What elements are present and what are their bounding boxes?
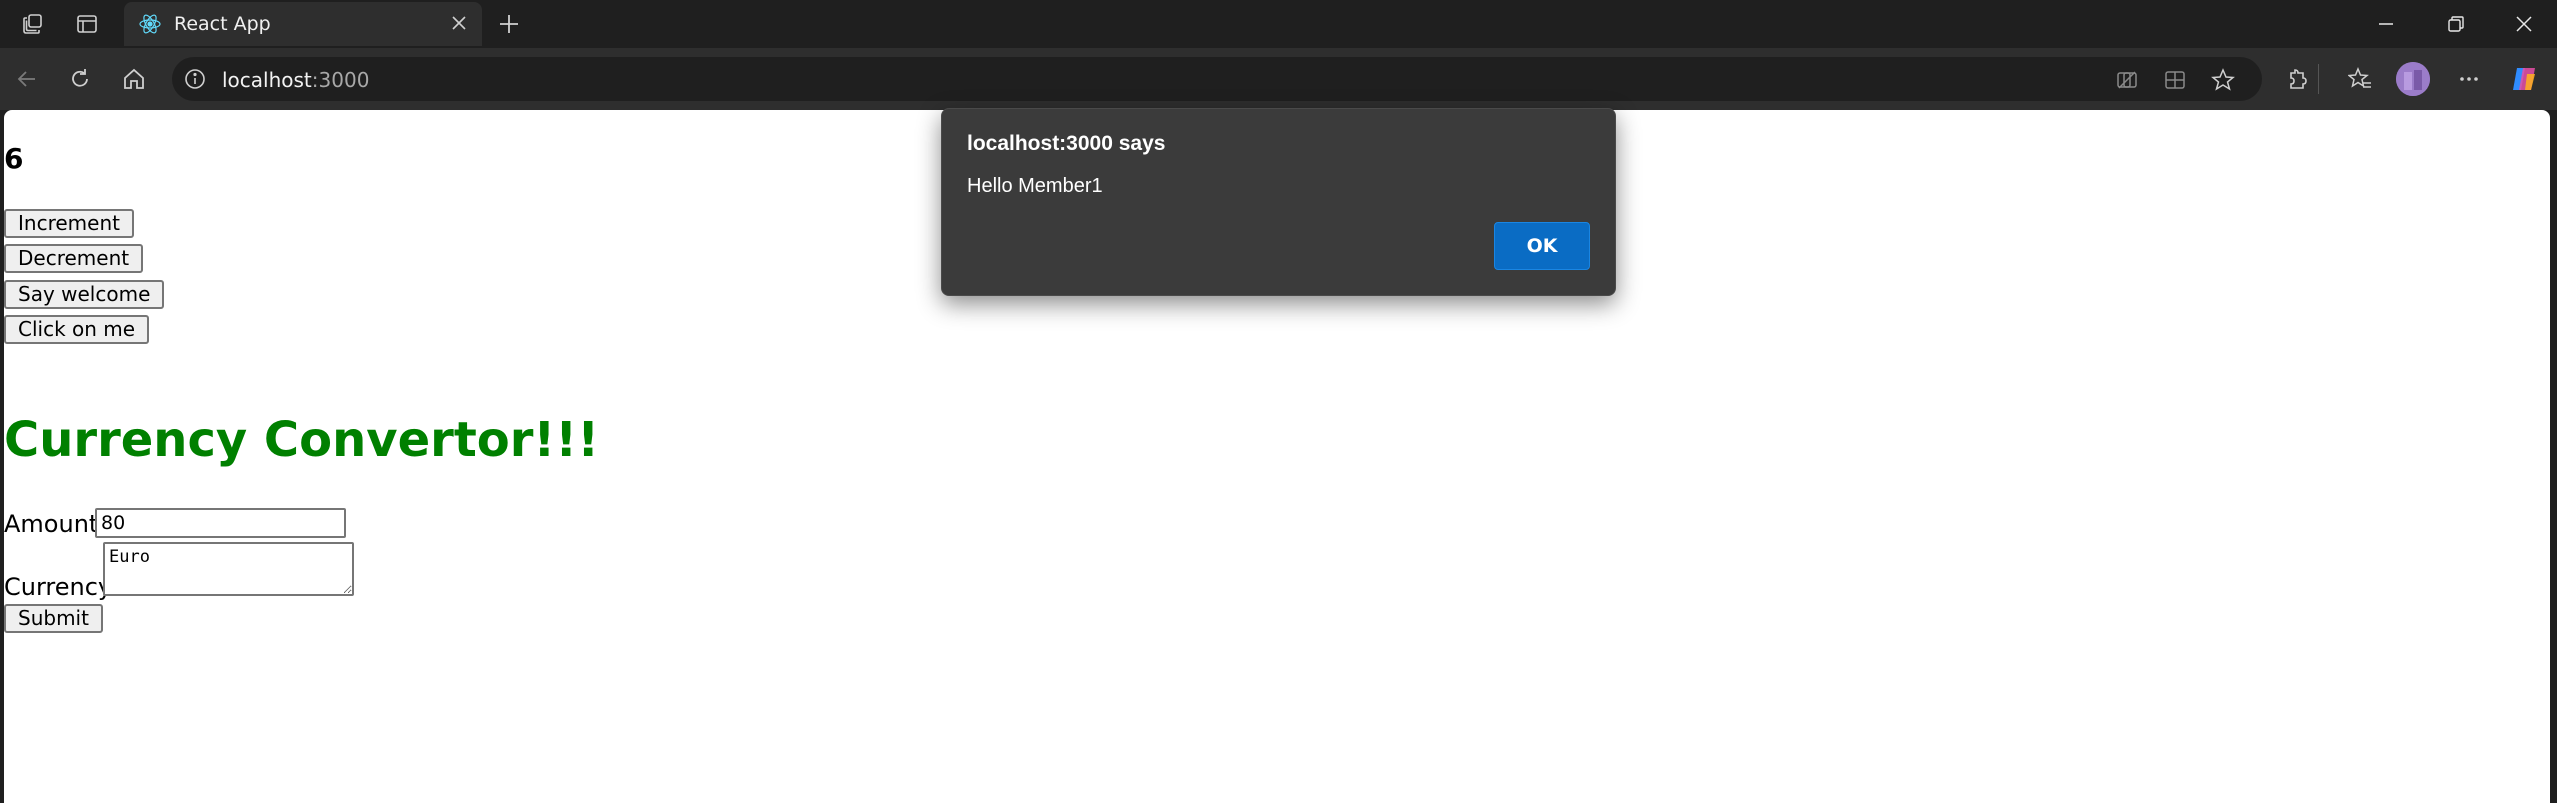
- react-logo-icon: [138, 12, 162, 36]
- more-dots-icon[interactable]: [2453, 63, 2485, 95]
- home-icon[interactable]: [118, 63, 150, 95]
- puzzle-icon[interactable]: [2282, 63, 2314, 95]
- counter-value: 6: [4, 142, 24, 175]
- ok-button[interactable]: OK: [1494, 222, 1590, 270]
- read-aloud-icon[interactable]: [2114, 67, 2140, 93]
- close-icon[interactable]: [446, 10, 472, 36]
- click-on-me-button[interactable]: Click on me: [4, 315, 150, 344]
- tab-actions-icon[interactable]: [73, 10, 101, 38]
- dialog-message: Hello Member1: [967, 175, 1103, 197]
- close-icon[interactable]: [2504, 8, 2544, 40]
- currency-field[interactable]: Euro: [103, 542, 354, 596]
- toolbar-divider: [2318, 64, 2319, 94]
- browser-tab[interactable]: React App: [124, 2, 482, 46]
- avatar[interactable]: [2396, 62, 2430, 96]
- tab-title: React App: [174, 13, 271, 35]
- copilot-icon[interactable]: [2508, 63, 2540, 95]
- url-text: localhost:3000: [222, 68, 370, 92]
- refresh-icon[interactable]: [64, 63, 96, 95]
- minimize-icon[interactable]: [2366, 8, 2406, 40]
- plus-icon[interactable]: [494, 9, 524, 39]
- workspaces-icon[interactable]: [19, 10, 47, 38]
- increment-button[interactable]: Increment: [4, 209, 134, 238]
- info-icon[interactable]: [184, 68, 206, 90]
- decrement-button[interactable]: Decrement: [4, 244, 144, 273]
- dialog-title: localhost:3000 says: [967, 132, 1166, 155]
- page-title: Currency Convertor!!!: [4, 412, 600, 468]
- star-icon[interactable]: [2210, 67, 2236, 93]
- back-arrow-icon[interactable]: [11, 63, 43, 95]
- restore-icon[interactable]: [2436, 8, 2476, 40]
- currency-label: Currency:: [4, 573, 119, 601]
- split-screen-icon[interactable]: [2162, 67, 2188, 93]
- amount-field[interactable]: [95, 508, 346, 538]
- title-bar: React App: [0, 0, 2557, 48]
- submit-button[interactable]: Submit: [4, 604, 103, 633]
- navigation-bar: localhost:3000: [0, 48, 2557, 110]
- favorites-icon[interactable]: [2344, 63, 2376, 95]
- alert-dialog: localhost:3000 says Hello Member1 OK: [941, 108, 1616, 296]
- amount-label: Amount:: [4, 510, 107, 538]
- say-welcome-button[interactable]: Say welcome: [4, 280, 165, 309]
- address-bar[interactable]: localhost:3000: [172, 57, 2262, 101]
